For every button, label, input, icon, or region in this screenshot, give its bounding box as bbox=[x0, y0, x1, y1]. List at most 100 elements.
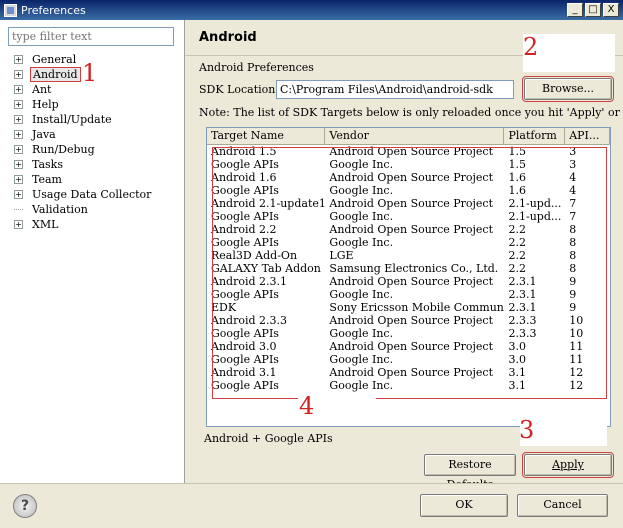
table-row[interactable]: Google APIs Google Inc. 2.3.3 10 bbox=[207, 327, 610, 340]
annotation-4: 4 bbox=[299, 392, 315, 420]
tree-item-label: General bbox=[32, 53, 77, 66]
tree-item-usage-data-collector[interactable]: + Usage Data Collector bbox=[14, 187, 153, 202]
cancel-button[interactable]: Cancel bbox=[517, 494, 608, 517]
table-row[interactable]: Google APIs Google Inc. 3.1 12 bbox=[207, 379, 610, 392]
platform-cell: 2.3.1 bbox=[508, 301, 537, 314]
table-row[interactable]: Google APIs Google Inc. 2.2 8 bbox=[207, 236, 610, 249]
tree-item-label: Help bbox=[32, 98, 59, 111]
column-target-name[interactable]: Target Name bbox=[207, 128, 326, 145]
tree-item-label: Run/Debug bbox=[32, 143, 95, 156]
table-row[interactable]: Android 1.5 Android Open Source Project 1.… bbox=[207, 145, 610, 158]
tree-item-team[interactable]: + Team bbox=[14, 172, 153, 187]
selected-target-description: Android + Google APIs bbox=[204, 432, 333, 445]
expand-icon[interactable]: + bbox=[14, 175, 23, 184]
title-bar[interactable]: Preferences _ □ X bbox=[0, 0, 623, 20]
target-name-cell: Google APIs bbox=[211, 288, 279, 301]
vendor-cell: Google Inc. bbox=[329, 288, 394, 301]
tree-item-install-update[interactable]: + Install/Update bbox=[14, 112, 153, 127]
restore-defaults-button[interactable]: Restore Defaults bbox=[424, 454, 516, 491]
tree-item-run-debug[interactable]: + Run/Debug bbox=[14, 142, 153, 157]
window-controls: _ □ X bbox=[567, 3, 619, 17]
table-row[interactable]: Android 2.3.1 Android Open Source Project… bbox=[207, 275, 610, 288]
tree-item-java[interactable]: + Java bbox=[14, 127, 153, 142]
table-row[interactable]: Android 3.1 Android Open Source Project 3.… bbox=[207, 366, 610, 379]
expand-icon[interactable]: + bbox=[14, 190, 23, 199]
table-row[interactable]: Android 2.2 Android Open Source Project 2.… bbox=[207, 223, 610, 236]
sdk-location-input[interactable]: C:\Program Files\Android\android-sdk bbox=[276, 80, 514, 99]
vendor-cell: Google Inc. bbox=[329, 353, 394, 366]
vendor-cell: Google Inc. bbox=[329, 210, 394, 223]
table-row[interactable]: Android 2.1-update1 Android Open Source P… bbox=[207, 197, 610, 210]
ok-button[interactable]: OK bbox=[420, 494, 508, 517]
api-level-cell: 7 bbox=[569, 210, 577, 223]
column-vendor[interactable]: Vendor bbox=[325, 128, 505, 145]
help-icon[interactable]: ? bbox=[13, 494, 37, 518]
expand-icon[interactable]: + bbox=[14, 130, 23, 139]
browse-button[interactable]: Browse... bbox=[522, 76, 614, 102]
vendor-cell: Google Inc. bbox=[329, 236, 394, 249]
expand-icon[interactable]: + bbox=[14, 220, 23, 229]
vendor-cell: LGE bbox=[329, 249, 354, 262]
vendor-cell: Android Open Source Project bbox=[329, 275, 494, 288]
expand-icon[interactable]: + bbox=[14, 145, 23, 154]
preferences-window: Preferences _ □ X + General + Android + Ant + H… bbox=[0, 0, 623, 528]
target-name-cell: Google APIs bbox=[211, 210, 279, 223]
tree-item-label: Tasks bbox=[32, 158, 63, 171]
table-row[interactable]: EDK Sony Ericsson Mobile Communic... 2.3.1… bbox=[207, 301, 610, 314]
platform-cell: 1.5 bbox=[508, 145, 526, 158]
apply-label: Apply bbox=[552, 458, 584, 471]
tree-item-label: Validation bbox=[32, 203, 88, 216]
reload-note: Note: The list of SDK Targets below is o… bbox=[199, 106, 623, 119]
filter-input[interactable] bbox=[8, 27, 174, 46]
table-row[interactable]: Android 2.3.3 Android Open Source Project… bbox=[207, 314, 610, 327]
expand-icon[interactable]: + bbox=[14, 115, 23, 124]
expand-icon[interactable]: + bbox=[14, 100, 23, 109]
expand-icon[interactable]: + bbox=[14, 160, 23, 169]
api-level-cell: 3 bbox=[569, 158, 577, 171]
tree-item-label: Team bbox=[32, 173, 62, 186]
expand-icon[interactable]: + bbox=[14, 85, 23, 94]
target-name-cell: Google APIs bbox=[211, 158, 279, 171]
column-api-level[interactable]: API... bbox=[565, 128, 610, 145]
table-row[interactable]: Google APIs Google Inc. 2.1-upd... 7 bbox=[207, 210, 610, 223]
close-button[interactable]: X bbox=[603, 3, 619, 17]
section-label: Android Preferences bbox=[199, 61, 314, 74]
platform-cell: 1.6 bbox=[508, 184, 526, 197]
tree-item-validation[interactable]: Validation bbox=[14, 202, 153, 217]
target-name-cell: Google APIs bbox=[211, 184, 279, 197]
table-row[interactable]: Google APIs Google Inc. 1.5 3 bbox=[207, 158, 610, 171]
page-title: Android bbox=[199, 30, 257, 45]
table-row[interactable]: Google APIs Google Inc. 3.0 11 bbox=[207, 353, 610, 366]
api-level-cell: 8 bbox=[569, 223, 577, 236]
platform-cell: 2.3.1 bbox=[508, 275, 537, 288]
table-row[interactable]: Real3D Add-On LGE 2.2 8 bbox=[207, 249, 610, 262]
tree-item-label: Ant bbox=[32, 83, 52, 96]
tree-item-xml[interactable]: + XML bbox=[14, 217, 153, 232]
expand-icon[interactable]: + bbox=[14, 55, 23, 64]
vendor-cell: Android Open Source Project bbox=[329, 145, 494, 158]
api-level-cell: 8 bbox=[569, 262, 577, 275]
tree-item-tasks[interactable]: + Tasks bbox=[14, 157, 153, 172]
minimize-button[interactable]: _ bbox=[567, 3, 583, 17]
apply-button[interactable]: Apply bbox=[522, 452, 614, 478]
api-level-cell: 9 bbox=[569, 288, 577, 301]
platform-cell: 3.0 bbox=[508, 353, 526, 366]
platform-cell: 2.1-upd... bbox=[508, 197, 562, 210]
annotation-2: 2 bbox=[523, 33, 539, 61]
maximize-button[interactable]: □ bbox=[585, 3, 601, 17]
table-row[interactable]: GALAXY Tab Addon Samsung Electronics Co.,… bbox=[207, 262, 610, 275]
window-icon bbox=[4, 3, 17, 17]
table-row[interactable]: Google APIs Google Inc. 1.6 4 bbox=[207, 184, 610, 197]
table-row[interactable]: Android 1.6 Android Open Source Project 1.… bbox=[207, 171, 610, 184]
table-row[interactable]: Android 3.0 Android Open Source Project 3.… bbox=[207, 340, 610, 353]
api-level-cell: 4 bbox=[569, 184, 577, 197]
target-name-cell: Android 2.3.3 bbox=[211, 314, 287, 327]
tree-item-help[interactable]: + Help bbox=[14, 97, 153, 112]
api-level-cell: 8 bbox=[569, 236, 577, 249]
tree-item-label: Java bbox=[32, 128, 56, 141]
column-platform[interactable]: Platform bbox=[504, 128, 566, 145]
expand-icon[interactable]: + bbox=[14, 70, 23, 79]
platform-cell: 2.3.3 bbox=[508, 314, 537, 327]
table-row[interactable]: Google APIs Google Inc. 2.3.1 9 bbox=[207, 288, 610, 301]
vendor-cell: Samsung Electronics Co., Ltd. bbox=[329, 262, 499, 275]
